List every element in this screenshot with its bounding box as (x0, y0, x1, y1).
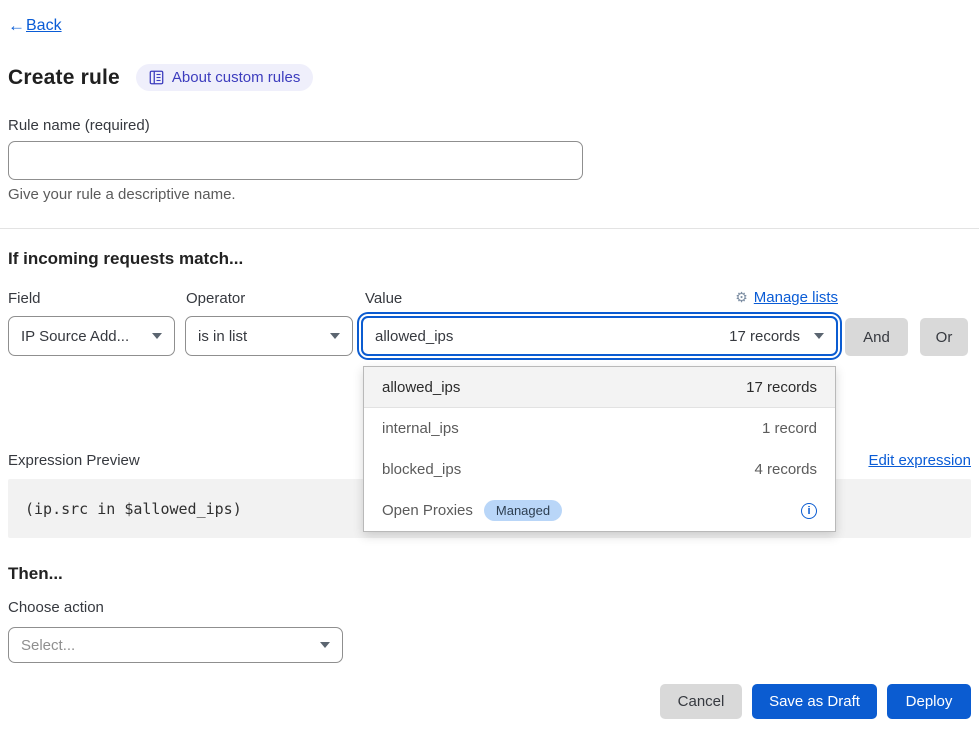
back-link[interactable]: ← Back (8, 16, 62, 36)
value-label: Value (365, 290, 402, 307)
field-select-value: IP Source Add... (21, 328, 129, 345)
manage-lists-link[interactable]: ⚙ Manage lists (735, 289, 838, 306)
list-item-record-count: 4 records (754, 461, 817, 478)
list-item-internal-ips[interactable]: internal_ips 1 record (364, 408, 835, 449)
manage-lists-label: Manage lists (754, 289, 838, 306)
operator-label: Operator (186, 290, 245, 307)
rule-name-input[interactable] (8, 141, 583, 180)
list-item-blocked-ips[interactable]: blocked_ips 4 records (364, 449, 835, 490)
cancel-button[interactable]: Cancel (660, 684, 742, 719)
and-button[interactable]: And (845, 318, 908, 356)
match-section-heading: If incoming requests match... (8, 249, 243, 269)
list-item-record-count: 1 record (762, 420, 817, 437)
about-custom-rules-label: About custom rules (172, 69, 300, 86)
back-link-label: Back (26, 17, 62, 35)
value-select-value: allowed_ips (375, 328, 453, 345)
about-custom-rules-link[interactable]: About custom rules (136, 64, 313, 91)
chevron-down-icon (330, 333, 340, 339)
list-item-open-proxies[interactable]: Open Proxies Managed (364, 490, 835, 531)
expression-preview-label: Expression Preview (8, 452, 140, 469)
chevron-down-icon (320, 642, 330, 648)
action-select-placeholder: Select... (21, 637, 75, 654)
managed-badge: Managed (484, 500, 562, 521)
field-label: Field (8, 290, 41, 307)
book-icon (149, 70, 164, 85)
list-item-name: blocked_ips (382, 461, 461, 478)
value-select[interactable]: allowed_ips 17 records (361, 316, 838, 356)
section-divider (0, 228, 979, 229)
list-item-name: allowed_ips (382, 379, 460, 396)
page-title: Create rule (8, 66, 120, 90)
edit-expression-link[interactable]: Edit expression (868, 452, 971, 469)
value-select-record-count: 17 records (729, 328, 800, 345)
page-header: Create rule About custom rules (8, 64, 313, 91)
chevron-down-icon (152, 333, 162, 339)
rule-name-label: Rule name (required) (8, 117, 150, 134)
info-icon[interactable] (801, 503, 817, 519)
field-select[interactable]: IP Source Add... (8, 316, 175, 356)
list-item-name: internal_ips (382, 420, 459, 437)
expression-code: (ip.src in $allowed_ips) (25, 500, 242, 518)
save-as-draft-button[interactable]: Save as Draft (752, 684, 877, 719)
or-button[interactable]: Or (920, 318, 968, 356)
choose-action-label: Choose action (8, 599, 104, 616)
deploy-button[interactable]: Deploy (887, 684, 971, 719)
gear-icon: ⚙ (735, 289, 748, 306)
then-section-heading: Then... (8, 564, 63, 584)
action-select[interactable]: Select... (8, 627, 343, 663)
list-item-record-count: 17 records (746, 379, 817, 396)
operator-select[interactable]: is in list (185, 316, 353, 356)
list-item-name: Open Proxies (382, 502, 473, 519)
chevron-down-icon (814, 333, 824, 339)
list-item-allowed-ips[interactable]: allowed_ips 17 records (364, 367, 835, 408)
create-rule-page: ← Back Create rule About custom rules Ru… (0, 0, 979, 739)
back-arrow-icon: ← (8, 16, 25, 36)
list-dropdown-panel: allowed_ips 17 records internal_ips 1 re… (363, 366, 836, 532)
rule-name-helper: Give your rule a descriptive name. (8, 186, 236, 203)
operator-select-value: is in list (198, 328, 247, 345)
